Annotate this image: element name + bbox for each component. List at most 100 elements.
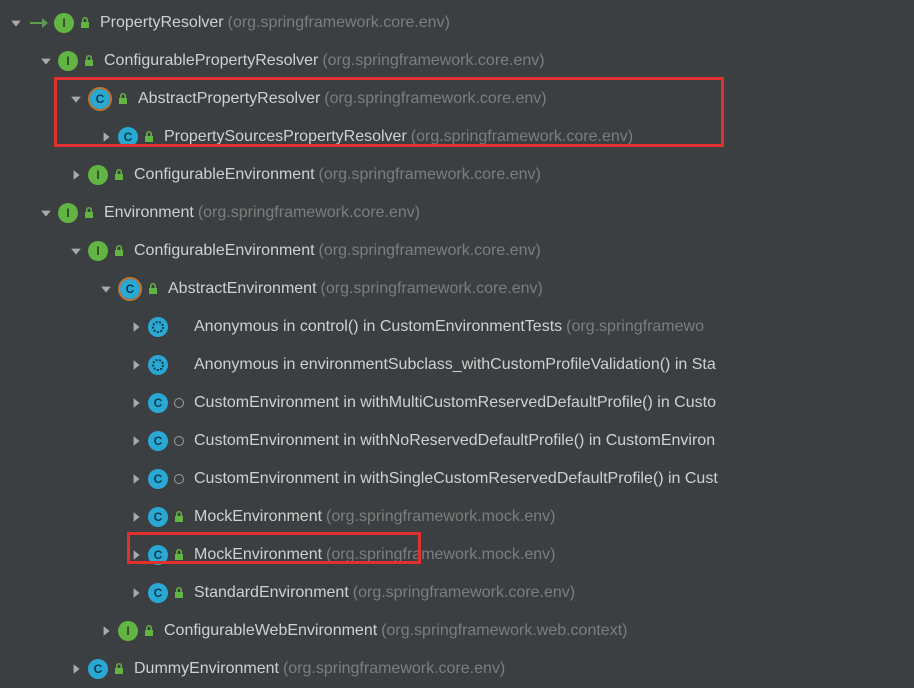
node-name: AbstractEnvironment: [168, 280, 317, 298]
lock-icon: [172, 510, 186, 524]
expand-arrow-right-icon[interactable]: [130, 435, 142, 447]
node-name: StandardEnvironment: [194, 584, 349, 602]
lock-icon: [112, 168, 126, 182]
node-name: ConfigurablePropertyResolver: [104, 52, 318, 70]
expand-arrow-down-icon[interactable]: [70, 245, 82, 257]
node-name: CustomEnvironment in withMultiCustomRese…: [194, 394, 716, 412]
override-marker-icon: [174, 398, 184, 408]
override-marker-icon: [174, 474, 184, 484]
tree-node[interactable]: C CustomEnvironment in withSingleCustomRe…: [0, 460, 914, 498]
class-icon: C: [148, 469, 168, 489]
lock-icon: [142, 624, 156, 638]
tree-node[interactable]: C DummyEnvironment(org.springframework.co…: [0, 650, 914, 688]
lock-icon: [172, 548, 186, 562]
node-name: ConfigurableWebEnvironment: [164, 622, 377, 640]
expand-arrow-right-icon[interactable]: [70, 663, 82, 675]
tree-node[interactable]: C MockEnvironment(org.springframework.moc…: [0, 498, 914, 536]
tree-node[interactable]: C AbstractEnvironment(org.springframework…: [0, 270, 914, 308]
node-name: AbstractPropertyResolver: [138, 90, 320, 108]
class-icon: C: [148, 507, 168, 527]
tree-node[interactable]: C CustomEnvironment in withNoReservedDefa…: [0, 422, 914, 460]
tree-node[interactable]: I ConfigurablePropertyResolver(org.spring…: [0, 42, 914, 80]
node-name: DummyEnvironment: [134, 660, 279, 678]
interface-icon: I: [54, 13, 74, 33]
lock-icon: [82, 54, 96, 68]
class-icon: C: [148, 431, 168, 451]
tree-node[interactable]: I PropertyResolver(org.springframework.co…: [0, 4, 914, 42]
node-name: Anonymous in control() in CustomEnvironm…: [194, 318, 562, 336]
interface-icon: I: [58, 203, 78, 223]
tree-node[interactable]: I ConfigurableWebEnvironment(org.springfr…: [0, 612, 914, 650]
expand-arrow-right-icon[interactable]: [130, 511, 142, 523]
node-package: (org.springframework.mock.env): [326, 546, 555, 564]
node-package: (org.springframework.core.env): [321, 280, 543, 298]
tree-node[interactable]: I ConfigurableEnvironment(org.springframe…: [0, 156, 914, 194]
node-name: PropertyResolver: [100, 14, 224, 32]
anonymous-class-icon: [148, 355, 168, 375]
node-name: Environment: [104, 204, 194, 222]
lock-icon: [112, 662, 126, 676]
node-package: (org.springframework.web.context): [381, 622, 627, 640]
node-name: ConfigurableEnvironment: [134, 166, 315, 184]
expand-arrow-right-icon[interactable]: [130, 359, 142, 371]
node-package: (org.springframework.core.env): [228, 14, 450, 32]
expand-arrow-down-icon[interactable]: [40, 55, 52, 67]
interface-icon: I: [88, 241, 108, 261]
node-package: (org.springframework.core.env): [319, 166, 541, 184]
anonymous-class-icon: [148, 317, 168, 337]
expand-arrow-right-icon[interactable]: [100, 625, 112, 637]
interface-icon: I: [58, 51, 78, 71]
expand-arrow-right-icon[interactable]: [130, 587, 142, 599]
interface-icon: I: [118, 621, 138, 641]
node-package: (org.springframework.core.env): [283, 660, 505, 678]
tree-node[interactable]: Anonymous in control() in CustomEnvironm…: [0, 308, 914, 346]
expand-arrow-right-icon[interactable]: [130, 397, 142, 409]
node-name: CustomEnvironment in withNoReservedDefau…: [194, 432, 715, 450]
node-name: PropertySourcesPropertyResolver: [164, 128, 407, 146]
expand-arrow-down-icon[interactable]: [10, 17, 22, 29]
node-package: (org.springframework.core.env): [353, 584, 575, 602]
tree-node[interactable]: Anonymous in environmentSubclass_withCus…: [0, 346, 914, 384]
lock-icon: [142, 130, 156, 144]
lock-icon: [112, 244, 126, 258]
lock-icon: [172, 586, 186, 600]
node-package: (org.springframewo: [566, 318, 704, 336]
expand-arrow-right-icon[interactable]: [100, 131, 112, 143]
expand-arrow-right-icon[interactable]: [130, 321, 142, 333]
expand-arrow-right-icon[interactable]: [130, 549, 142, 561]
node-package: (org.springframework.core.env): [319, 242, 541, 260]
abstract-class-icon: C: [118, 277, 142, 301]
tree-node[interactable]: IEnvironment(org.springframework.core.en…: [0, 194, 914, 232]
class-icon: C: [148, 545, 168, 565]
tree-node[interactable]: C AbstractPropertyResolver(org.springfram…: [0, 80, 914, 118]
lock-icon: [146, 282, 160, 296]
class-icon: C: [148, 583, 168, 603]
node-package: (org.springframework.mock.env): [326, 508, 555, 526]
node-package: (org.springframework.core.env): [324, 90, 546, 108]
expand-arrow-down-icon[interactable]: [100, 283, 112, 295]
node-package: (org.springframework.core.env): [411, 128, 633, 146]
tree-node[interactable]: C MockEnvironment(org.springframework.moc…: [0, 536, 914, 574]
tree-node[interactable]: I ConfigurableEnvironment(org.springframe…: [0, 232, 914, 270]
node-name: MockEnvironment: [194, 546, 322, 564]
expand-arrow-down-icon[interactable]: [40, 207, 52, 219]
expand-arrow-right-icon[interactable]: [70, 169, 82, 181]
tree-node[interactable]: C StandardEnvironment(org.springframework…: [0, 574, 914, 612]
expand-arrow-down-icon[interactable]: [70, 93, 82, 105]
node-package: (org.springframework.core.env): [322, 52, 544, 70]
class-icon: C: [118, 127, 138, 147]
node-name: CustomEnvironment in withSingleCustomRes…: [194, 470, 718, 488]
tree-node[interactable]: C CustomEnvironment in withMultiCustomRes…: [0, 384, 914, 422]
class-icon: C: [148, 393, 168, 413]
lock-icon: [78, 16, 92, 30]
class-icon: C: [88, 659, 108, 679]
abstract-class-icon: C: [88, 87, 112, 111]
tree-node[interactable]: C PropertySourcesPropertyResolver(org.spr…: [0, 118, 914, 156]
interface-icon: I: [88, 165, 108, 185]
expand-arrow-right-icon[interactable]: [130, 473, 142, 485]
lock-icon: [82, 206, 96, 220]
root-indicator-icon: [28, 12, 50, 34]
override-marker-icon: [174, 436, 184, 446]
node-name: MockEnvironment: [194, 508, 322, 526]
node-name: ConfigurableEnvironment: [134, 242, 315, 260]
